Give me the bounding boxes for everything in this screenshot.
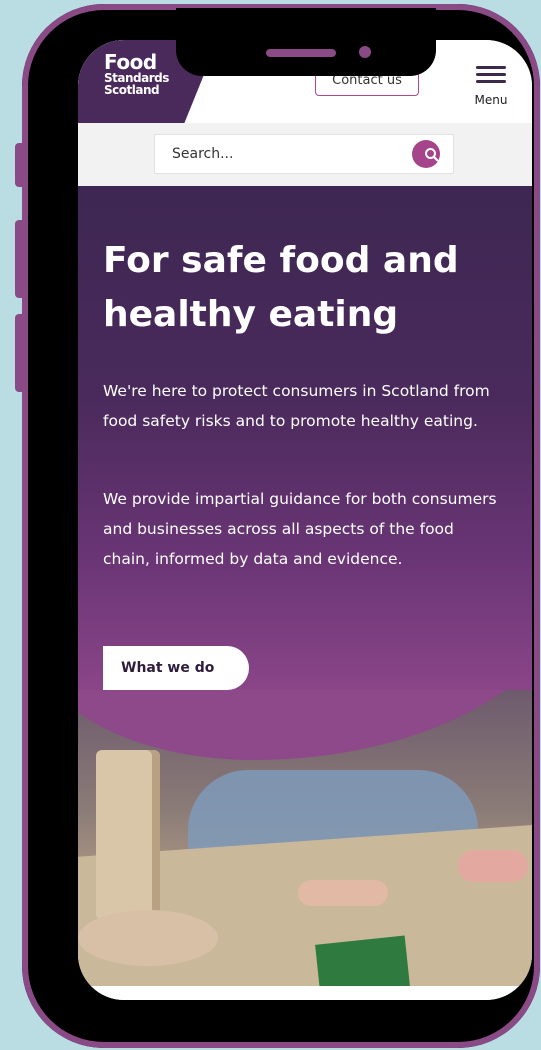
- hero-intro-paragraph: We're here to protect consumers in Scotl…: [103, 382, 490, 430]
- speaker-grille: [266, 49, 336, 57]
- site-logo[interactable]: Food Standards Scotland: [104, 52, 169, 96]
- hamburger-menu-icon: [468, 66, 514, 83]
- search-input[interactable]: [154, 134, 454, 174]
- page-footer-strip: [78, 986, 532, 1000]
- menu-button[interactable]: Menu: [468, 62, 514, 107]
- what-we-do-button[interactable]: What we do: [103, 646, 249, 690]
- menu-label: Menu: [474, 93, 508, 107]
- search-bar: [78, 123, 532, 186]
- search-icon: [425, 148, 439, 162]
- hero-photo: [78, 690, 532, 986]
- front-camera: [359, 46, 371, 58]
- logo-line-scotland: Scotland: [104, 83, 160, 97]
- hero-guidance-paragraph: We provide impartial guidance for both c…: [103, 490, 497, 568]
- logo-line-food: Food: [104, 50, 157, 74]
- search-button[interactable]: [412, 140, 440, 168]
- hero-title: For safe food and healthy eating: [103, 240, 459, 335]
- phone-notch: [176, 8, 436, 76]
- phone-screen: Food Standards Scotland Contact us Menu: [78, 40, 532, 1000]
- phone-frame: Food Standards Scotland Contact us Menu: [22, 4, 540, 1048]
